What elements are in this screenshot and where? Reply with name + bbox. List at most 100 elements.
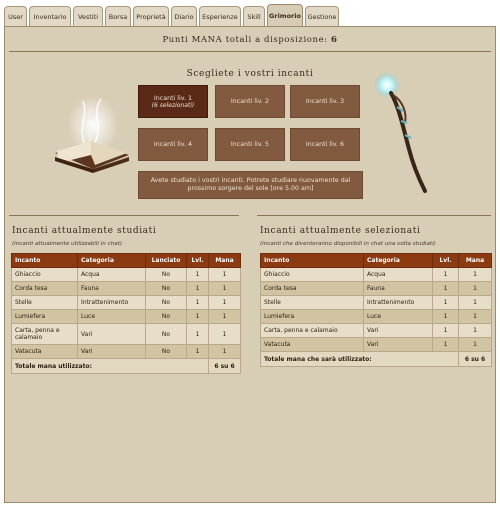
total-mana-label: Totale mana utilizzato: <box>11 358 209 374</box>
spell-category: Vari <box>363 337 433 352</box>
spell-category: Luce <box>77 309 146 324</box>
spell-name: Vatacuta <box>11 344 78 359</box>
spell-name: Stelle <box>260 295 364 310</box>
spell-category: Vari <box>77 323 146 345</box>
col-categoria: Categoria <box>363 253 433 268</box>
spell-name: Corda tesa <box>260 281 364 296</box>
studied-spells-table: Incanto Categoria Lanciato Lvl. Mana Ghi… <box>11 253 241 374</box>
spell-category: Fauna <box>77 281 146 296</box>
spell-mana: 1 <box>208 344 241 359</box>
spell-name: Vatacuta <box>260 337 364 352</box>
table-row: Lumiefera Luce No 1 1 <box>11 309 241 324</box>
table-row: Vatacuta Vari 1 1 <box>260 337 492 352</box>
tab-user[interactable]: User <box>4 6 27 26</box>
spell-mana: 1 <box>458 309 492 324</box>
table-header-row: Incanto Categoria Lanciato Lvl. Mana <box>11 253 241 268</box>
spell-mana: 1 <box>458 337 492 352</box>
level-3-label: Incanti liv. 3 <box>305 98 345 105</box>
spell-category: Luce <box>363 309 433 324</box>
spell-cast: No <box>145 323 187 345</box>
studied-spells-subtitle: (incanti attualmente utilizzabili in cha… <box>12 241 123 247</box>
spell-level: 1 <box>432 323 459 338</box>
spell-level: 1 <box>186 309 209 324</box>
level-6-label: Incanti liv. 6 <box>305 141 345 148</box>
level-5-button[interactable]: Incanti liv. 5 <box>215 128 285 161</box>
level-4-button[interactable]: Incanti liv. 4 <box>138 128 208 161</box>
spell-cast: No <box>145 267 187 282</box>
spell-level: 1 <box>186 267 209 282</box>
selected-spells-subtitle: (incanti che diventeranno disponibili in… <box>260 241 436 247</box>
level-2-button[interactable]: Incanti liv. 2 <box>215 85 285 118</box>
divider <box>9 51 491 52</box>
spell-cast: No <box>145 295 187 310</box>
col-lvl: Lvl. <box>432 253 459 268</box>
magic-staff-icon <box>374 72 427 193</box>
col-lanciato: Lanciato <box>145 253 187 268</box>
tab-skill[interactable]: Skill <box>243 6 265 26</box>
spell-name: Stelle <box>11 295 78 310</box>
spell-level: 1 <box>186 295 209 310</box>
divider <box>257 215 491 216</box>
selected-spells-title: Incanti attualmente selezionati <box>260 226 421 236</box>
spell-category: Acqua <box>363 267 433 282</box>
level-3-button[interactable]: Incanti liv. 3 <box>290 85 360 118</box>
spell-level: 1 <box>432 267 459 282</box>
table-row: Carta, penna e calamaio Vari No 1 1 <box>11 323 241 345</box>
mana-total-value: 6 <box>331 35 338 45</box>
col-incanto: Incanto <box>260 253 364 268</box>
spell-category: Fauna <box>363 281 433 296</box>
col-categoria: Categoria <box>77 253 146 268</box>
spell-level: 1 <box>432 281 459 296</box>
mana-total-label: Punti MANA totali a disposizione: <box>162 35 328 45</box>
spell-level: 1 <box>432 337 459 352</box>
level-6-button[interactable]: Incanti liv. 6 <box>290 128 360 161</box>
tab-esperienze[interactable]: Esperienze <box>199 6 241 26</box>
tab-borsa[interactable]: Borsa <box>105 6 131 26</box>
tab-inventario[interactable]: Inventario <box>29 6 71 26</box>
table-row: Stelle Intrattenimento No 1 1 <box>11 295 241 310</box>
spell-mana: 1 <box>208 295 241 310</box>
spell-cast: No <box>145 309 187 324</box>
col-mana: Mana <box>458 253 492 268</box>
tab-gestione[interactable]: Gestione <box>305 6 339 26</box>
table-row: Stelle Intrattenimento 1 1 <box>260 295 492 310</box>
spell-mana: 1 <box>208 323 241 345</box>
spell-name: Carta, penna e calamaio <box>11 323 78 345</box>
study-cooldown-note: Avete studiato i vostri incanti. Potrete… <box>138 171 363 199</box>
spell-level: 1 <box>432 295 459 310</box>
spell-name: Corda tesa <box>11 281 78 296</box>
table-row: Lumiefera Luce 1 1 <box>260 309 492 324</box>
total-mana-value: 6 su 6 <box>208 358 241 374</box>
level-2-label: Incanti liv. 2 <box>230 98 270 105</box>
col-incanto: Incanto <box>11 253 78 268</box>
spell-category: Intrattenimento <box>363 295 433 310</box>
tab-vestiti[interactable]: Vestiti <box>73 6 103 26</box>
spell-mana: 1 <box>458 267 492 282</box>
table-row: Ghiaccio Acqua 1 1 <box>260 267 492 282</box>
level-1-button[interactable]: Incanti liv. 1 (6 selezionati) <box>138 85 208 118</box>
spell-level: 1 <box>186 344 209 359</box>
grimoire-panel: Punti MANA totali a disposizione: 6 Sceg… <box>4 26 496 503</box>
tab-diario[interactable]: Diario <box>171 6 197 26</box>
spell-level: 1 <box>186 323 209 345</box>
table-row: Ghiaccio Acqua No 1 1 <box>11 267 241 282</box>
spell-cast: No <box>145 344 187 359</box>
total-mana-label: Totale mana che sarà utilizzato: <box>260 351 459 367</box>
spell-category: Intrattenimento <box>77 295 146 310</box>
tab-grimorio[interactable]: Grimorio <box>267 4 303 27</box>
level-4-label: Incanti liv. 4 <box>153 141 193 148</box>
table-header-row: Incanto Categoria Lvl. Mana <box>260 253 492 268</box>
tab-bar: User Inventario Vestiti Borsa Proprietà … <box>4 4 496 27</box>
tab-proprieta[interactable]: Proprietà <box>133 6 169 26</box>
spell-category: Vari <box>77 344 146 359</box>
spell-name: Lumiefera <box>260 309 364 324</box>
spell-mana: 1 <box>458 295 492 310</box>
divider <box>9 215 239 216</box>
table-row: Corda tesa Fauna 1 1 <box>260 281 492 296</box>
total-mana-value: 6 su 6 <box>458 351 492 367</box>
level-1-selected-count: (6 selezionati) <box>151 101 195 109</box>
col-lvl: Lvl. <box>186 253 209 268</box>
table-row: Corda tesa Fauna No 1 1 <box>11 281 241 296</box>
total-row: Totale mana che sarà utilizzato: 6 su 6 <box>260 351 492 367</box>
spell-mana: 1 <box>208 267 241 282</box>
